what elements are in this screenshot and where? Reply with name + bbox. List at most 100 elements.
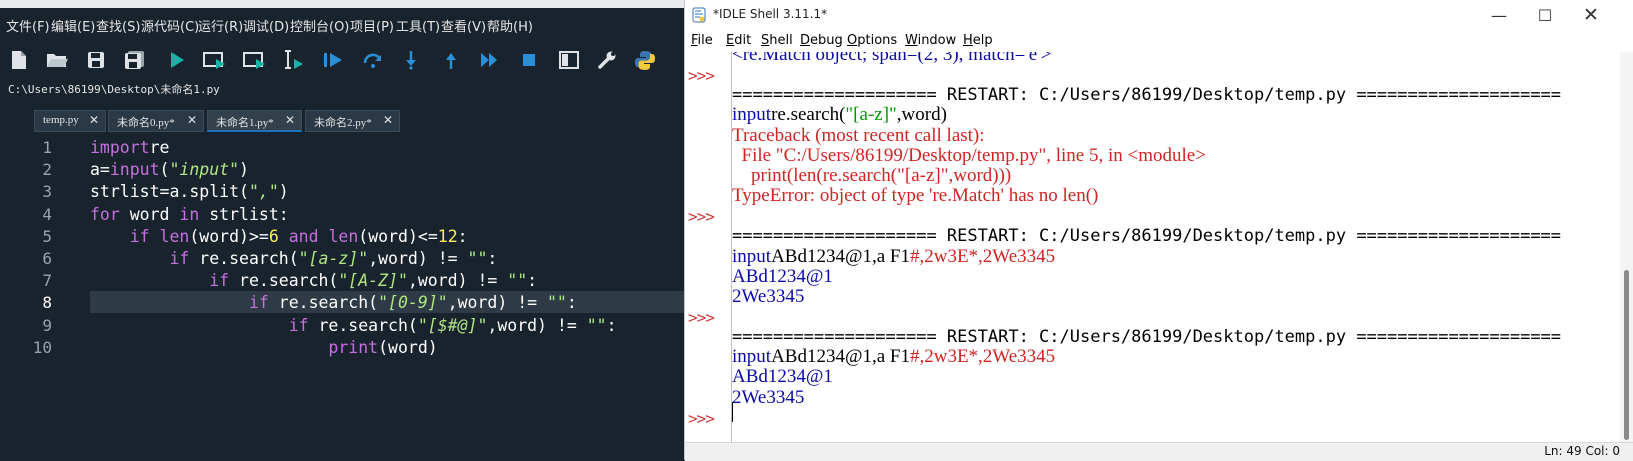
shell-text: ABd1234@1 (732, 366, 833, 388)
menu-project[interactable]: 项目(P) (350, 16, 394, 35)
menu-search[interactable]: 查找(S) (96, 16, 140, 35)
shell-line: ABd1234@1 (732, 266, 833, 288)
wrench-icon[interactable] (592, 46, 622, 74)
menu-file[interactable]: 文件(F) (6, 16, 50, 35)
step-over-icon[interactable] (358, 46, 388, 74)
tab-label: 未命名1.py* (216, 117, 274, 129)
run-cell-icon[interactable] (200, 46, 230, 74)
close-icon[interactable]: ✕ (187, 113, 197, 128)
shell-text: input (732, 346, 772, 368)
spyder-title-bar (0, 0, 684, 8)
stop-icon[interactable] (514, 46, 544, 74)
tab-untitled1[interactable]: 未命名1.py* ✕ (207, 110, 302, 132)
menu-window[interactable]: Window (905, 33, 956, 48)
line-number: 3 (42, 182, 52, 202)
shell-line: print(len(re.search("[a-z]",word))) (732, 165, 1011, 187)
code-line: if re.search("[A-Z]",word) != "": (90, 271, 537, 290)
shell-text: Traceback (most recent call last): (732, 124, 985, 146)
minimize-icon[interactable]: — (1476, 0, 1522, 30)
code-token: if (129, 226, 150, 246)
code-token: import (90, 138, 150, 157)
menu-options[interactable]: Options (847, 33, 897, 48)
shell-line: File "C:/Users/86199/Desktop/temp.py", l… (732, 145, 1206, 167)
shell-text: <re.Match object; span=(2, 3), match='e'… (732, 52, 1052, 65)
shell-text: ABd1234@1 (732, 265, 833, 287)
code-token: "[$#@]" (417, 315, 488, 335)
menu-edit[interactable]: Edit (726, 33, 751, 48)
menu-debug[interactable]: 调试(D) (243, 16, 289, 35)
maximize-pane-icon[interactable] (554, 46, 584, 74)
menu-console[interactable]: 控制台(O) (290, 16, 349, 35)
continue-icon[interactable] (475, 46, 505, 74)
code-token: re.search( (189, 249, 299, 268)
code-token: (word)>= (189, 226, 269, 246)
code-token: : (527, 271, 538, 291)
close-icon[interactable]: ✕ (285, 113, 295, 128)
menu-source[interactable]: 源代码(C) (141, 16, 199, 35)
menu-file[interactable]: File (691, 33, 713, 48)
python-icon[interactable] (630, 46, 660, 74)
shell-prompt: >>> (688, 307, 715, 327)
code-token: in (179, 204, 200, 224)
shell-text: File "C:/Users/86199/Desktop/temp.py", l… (732, 144, 1206, 166)
shell-text: "[a-z]" (845, 104, 897, 126)
code-token: : (566, 293, 577, 313)
code-line: if len(word)>=6 and len(word)<=12: (90, 227, 468, 246)
idle-title-bar: *IDLE Shell 3.11.1* — ☐ ✕ (685, 0, 1633, 30)
shell-output[interactable]: >>> >>> >>> >>> <re.Match object; span=(2, … (685, 52, 1620, 442)
debug-icon[interactable] (318, 46, 348, 74)
line-number: 4 (42, 204, 52, 224)
close-icon[interactable]: ✕ (383, 113, 393, 128)
menu-view[interactable]: 查看(V) (441, 16, 486, 35)
maximize-icon[interactable]: ☐ (1522, 0, 1568, 30)
scrollbar-thumb[interactable] (1624, 270, 1629, 440)
new-file-icon[interactable] (4, 46, 34, 74)
save-icon[interactable] (81, 46, 111, 74)
text-cursor (732, 402, 733, 422)
tab-temp-py[interactable]: temp.py ✕ (34, 110, 106, 132)
tab-untitled0[interactable]: 未命名0.py* ✕ (108, 110, 204, 132)
open-file-icon[interactable] (42, 46, 72, 74)
step-return-icon[interactable] (436, 46, 466, 74)
vertical-scrollbar[interactable] (1620, 52, 1633, 442)
menu-run[interactable]: 运行(R) (198, 16, 243, 35)
run-icon[interactable] (162, 46, 192, 74)
code-token: 12 (437, 226, 458, 246)
shell-line: inputre.search("[a-z]",word) (732, 104, 947, 126)
tab-untitled2[interactable]: 未命名2.py* ✕ (305, 110, 400, 132)
run-selection-icon[interactable] (278, 46, 308, 74)
code-editor[interactable]: 1 2 3 4 5 6 7 8 9 10 importre a=input("input") strli… (0, 136, 684, 460)
menu-debug[interactable]: Debug (800, 33, 843, 48)
code-line: importre (90, 138, 169, 157)
shell-prompt: >>> (688, 207, 715, 227)
code-line: for word in strlist: (90, 205, 289, 224)
run-cell-advance-icon[interactable] (240, 46, 270, 74)
code-token: input (109, 160, 160, 180)
save-all-icon[interactable] (120, 46, 150, 74)
menu-help[interactable]: Help (963, 33, 993, 48)
file-path-bar: C:\Users\86199\Desktop\未命名1.py (0, 78, 684, 100)
step-into-icon[interactable] (396, 46, 426, 74)
code-token: (word)<= (358, 226, 438, 246)
line-number: 10 (32, 337, 52, 357)
code-token: : (487, 249, 498, 268)
close-icon[interactable]: ✕ (89, 113, 99, 128)
code-token: ,word) != (487, 315, 587, 335)
cursor-position: Ln: 49 Col: 0 (1544, 444, 1620, 458)
code-line: if re.search("[0-9]",word) != "": (90, 293, 577, 312)
menu-shell[interactable]: Shell (761, 33, 793, 48)
code-token: "" (547, 293, 567, 313)
menu-edit[interactable]: 编辑(E) (51, 16, 95, 35)
code-token: if (288, 315, 309, 335)
shell-prompt: >>> (688, 408, 715, 428)
shell-text: TypeError: object of type 're.Match' has… (732, 185, 1099, 207)
menu-help[interactable]: 帮助(H) (487, 16, 533, 35)
code-token: : (457, 226, 468, 246)
line-number: 8 (42, 293, 52, 313)
close-window-icon[interactable]: ✕ (1568, 0, 1614, 30)
menu-tools[interactable]: 工具(T) (396, 16, 440, 35)
